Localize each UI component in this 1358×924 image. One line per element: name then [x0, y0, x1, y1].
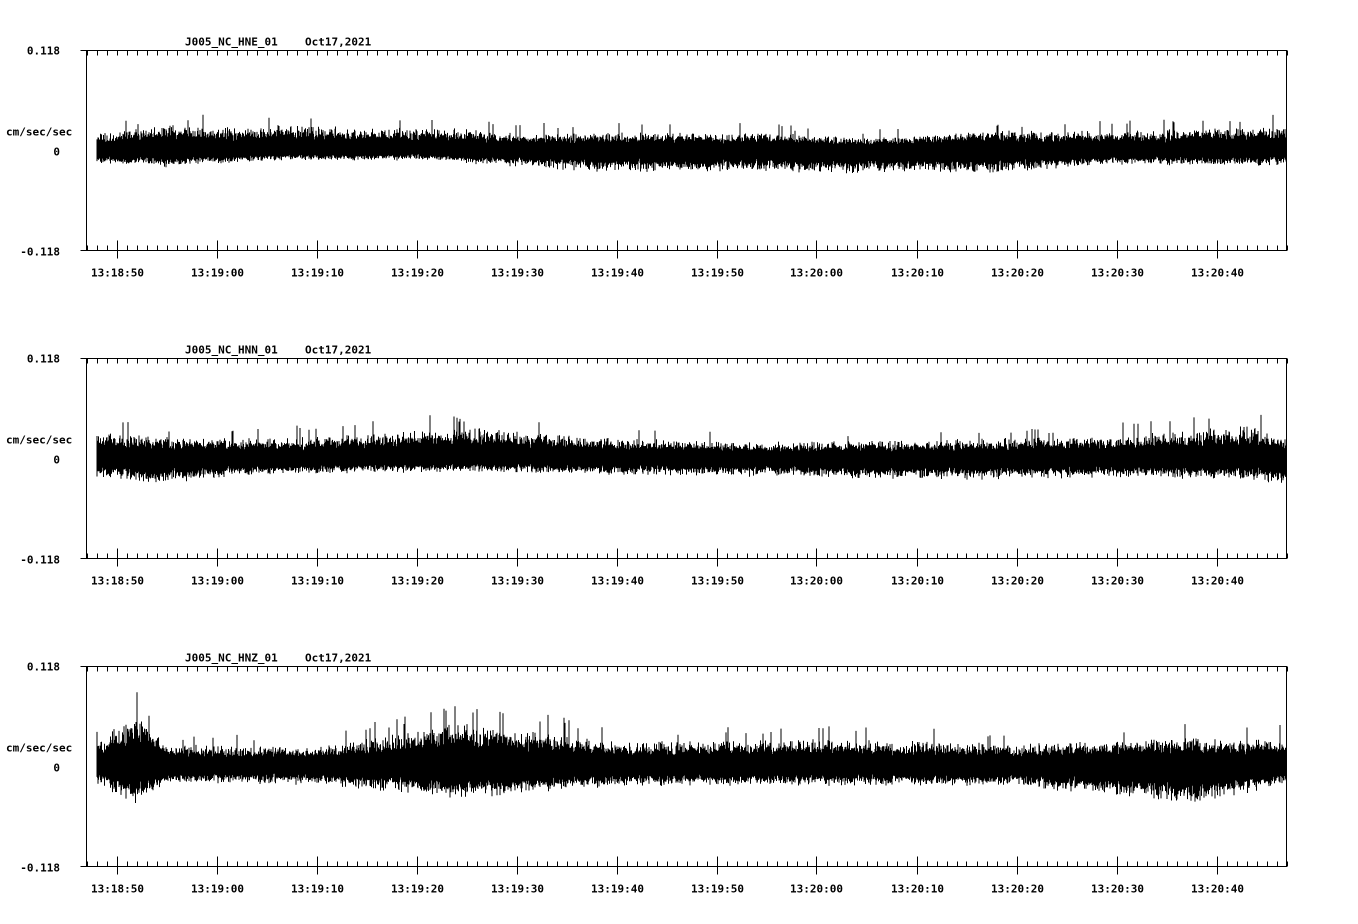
- x-tick-label: 13:19:20: [391, 267, 444, 280]
- y-tick-label-bottom: -0.118: [20, 862, 60, 875]
- chart-date: Oct17,2021: [305, 652, 372, 665]
- y-axis-ticks: [80, 666, 87, 867]
- y-axis-ticks: [80, 358, 87, 559]
- x-tick-label: 13:19:40: [591, 883, 644, 896]
- x-tick-label: 13:19:30: [491, 883, 544, 896]
- chart-title: J005_NC_HNZ_01: [185, 652, 278, 665]
- x-tick-label: 13:20:20: [991, 575, 1044, 588]
- seismogram-panel-3: 0.118 0 -0.118 cm/sec/sec J005_NC_HNZ_01 Oct1…: [6, 652, 1288, 896]
- y-tick-label-top: 0.118: [27, 661, 60, 674]
- x-tick-label: 13:19:50: [691, 267, 744, 280]
- x-tick-label: 13:20:10: [891, 575, 944, 588]
- y-tick-label-top: 0.118: [27, 353, 60, 366]
- x-tick-label: 13:19:00: [191, 267, 244, 280]
- y-tick-label-bottom: -0.118: [20, 554, 60, 567]
- x-tick-label: 13:19:10: [291, 575, 344, 588]
- x-tick-label: 13:20:10: [891, 267, 944, 280]
- x-tick-label: 13:19:40: [591, 575, 644, 588]
- x-tick-label: 13:19:00: [191, 883, 244, 896]
- x-tick-label: 13:19:50: [691, 575, 744, 588]
- x-tick-label: 13:20:20: [991, 883, 1044, 896]
- x-tick-label: 13:20:00: [790, 883, 843, 896]
- x-tick-label: 13:20:10: [891, 883, 944, 896]
- x-tick-label: 13:19:30: [491, 267, 544, 280]
- x-tick-label: 13:19:00: [191, 575, 244, 588]
- x-tick-label: 13:20:00: [790, 267, 843, 280]
- y-tick-label-zero: 0: [53, 146, 60, 159]
- chart-title: J005_NC_HNE_01: [185, 36, 278, 49]
- x-tick-label: 13:20:30: [1091, 883, 1144, 896]
- chart-title: J005_NC_HNN_01: [185, 344, 278, 357]
- chart-date: Oct17,2021: [305, 344, 372, 357]
- waveform-trace: [96, 414, 1287, 483]
- x-tick-label: 13:20:20: [991, 267, 1044, 280]
- y-tick-label-top: 0.118: [27, 45, 60, 58]
- seismogram-panel-1: 0.118 0 -0.118 cm/sec/sec J005_NC_HNE_01 Oct1…: [6, 36, 1288, 280]
- x-tick-label: 13:20:30: [1091, 575, 1144, 588]
- x-tick-label: 13:19:10: [291, 267, 344, 280]
- x-tick-label: 13:19:10: [291, 883, 344, 896]
- y-axis-label: cm/sec/sec: [6, 742, 72, 755]
- x-tick-label: 13:19:50: [691, 883, 744, 896]
- waveform-trace: [96, 114, 1287, 174]
- x-tick-label: 13:20:40: [1191, 267, 1244, 280]
- x-tick-label: 13:20:00: [790, 575, 843, 588]
- y-tick-label-zero: 0: [53, 762, 60, 775]
- x-tick-label: 13:19:20: [391, 575, 444, 588]
- y-tick-label-bottom: -0.118: [20, 246, 60, 259]
- seismogram-figure: 0.118 0 -0.118 cm/sec/sec J005_NC_HNE_01 Oct1…: [6, 36, 1288, 896]
- x-tick-label: 13:20:40: [1191, 883, 1244, 896]
- x-tick-label: 13:19:30: [491, 575, 544, 588]
- x-tick-label: 13:19:40: [591, 267, 644, 280]
- x-tick-label: 13:20:30: [1091, 267, 1144, 280]
- y-axis-label: cm/sec/sec: [6, 434, 72, 447]
- y-axis-label: cm/sec/sec: [6, 126, 72, 139]
- x-tick-label: 13:18:50: [91, 267, 144, 280]
- x-tick-label: 13:18:50: [91, 575, 144, 588]
- y-axis-ticks: [80, 50, 87, 251]
- waveform-trace: [96, 692, 1287, 803]
- chart-date: Oct17,2021: [305, 36, 372, 49]
- seismogram-panel-2: 0.118 0 -0.118 cm/sec/sec J005_NC_HNN_01 Oct1…: [6, 344, 1288, 588]
- x-tick-label: 13:19:20: [391, 883, 444, 896]
- x-tick-label: 13:20:40: [1191, 575, 1244, 588]
- x-tick-label: 13:18:50: [91, 883, 144, 896]
- y-tick-label-zero: 0: [53, 454, 60, 467]
